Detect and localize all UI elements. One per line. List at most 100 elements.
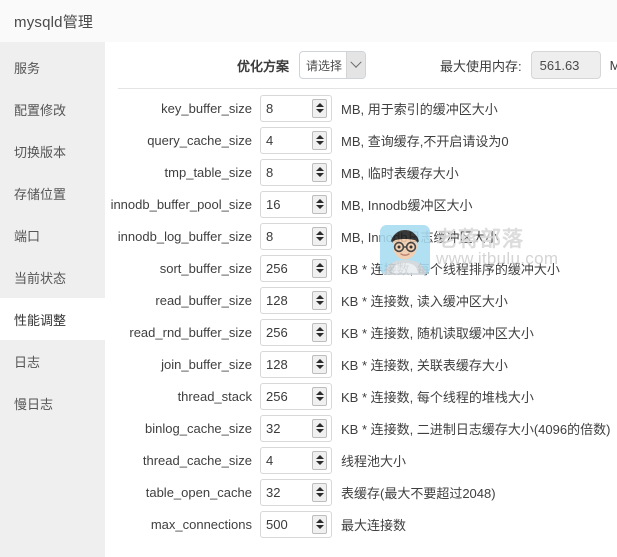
param-stepper-query_cache_size[interactable]: 4 [260, 126, 332, 154]
param-value-read_rnd_buffer_size: 256 [266, 324, 288, 340]
param-description-key_buffer_size: MB, 用于索引的缓冲区大小 [341, 101, 498, 117]
param-description-thread_stack: KB * 连接数, 每个线程的堆栈大小 [341, 389, 534, 405]
stepper-arrows-icon[interactable] [312, 322, 327, 342]
param-description-binlog_cache_size: KB * 连接数, 二进制日志缓存大小(4096的倍数) [341, 421, 611, 437]
param-stepper-thread_stack[interactable]: 256 [260, 382, 332, 410]
stepper-arrows-icon[interactable] [312, 354, 327, 374]
param-value-read_buffer_size: 128 [266, 292, 288, 308]
param-description-read_rnd_buffer_size: KB * 连接数, 随机读取缓冲区大小 [341, 325, 534, 341]
param-stepper-read_rnd_buffer_size[interactable]: 256 [260, 318, 332, 346]
optimization-toolbar: 优化方案 请选择 最大使用内存: 561.63 MB [105, 42, 617, 88]
param-description-read_buffer_size: KB * 连接数, 读入缓冲区大小 [341, 293, 508, 309]
sidebar-item-log[interactable]: 日志 [0, 340, 105, 382]
param-label-query_cache_size: query_cache_size [147, 132, 252, 148]
stepper-arrows-icon[interactable] [312, 130, 327, 150]
stepper-arrows-icon[interactable] [312, 418, 327, 438]
param-label-read_buffer_size: read_buffer_size [155, 292, 252, 308]
param-stepper-innodb_log_buffer_size[interactable]: 8 [260, 222, 332, 250]
param-label-innodb_log_buffer_size: innodb_log_buffer_size [117, 228, 252, 244]
param-row-tmp_table_size: tmp_table_size 8 MB, 临时表缓存大小 [105, 156, 617, 188]
param-label-join_buffer_size: join_buffer_size [161, 356, 252, 372]
param-label-tmp_table_size: tmp_table_size [164, 164, 252, 180]
max-memory-unit: MB [609, 57, 617, 73]
param-row-key_buffer_size: key_buffer_size 8 MB, 用于索引的缓冲区大小 [105, 92, 617, 124]
optimization-plan-select[interactable]: 请选择 [299, 51, 367, 79]
param-label-thread_cache_size: thread_cache_size [142, 452, 252, 468]
param-stepper-key_buffer_size[interactable]: 8 [260, 94, 332, 122]
param-stepper-table_open_cache[interactable]: 32 [260, 478, 332, 506]
param-label-binlog_cache_size: binlog_cache_size [145, 420, 252, 436]
stepper-arrows-icon[interactable] [312, 194, 327, 214]
param-value-innodb_log_buffer_size: 8 [266, 228, 274, 244]
sidebar-item-service[interactable]: 服务 [0, 46, 105, 88]
param-value-max_connections: 500 [266, 516, 288, 532]
param-description-tmp_table_size: MB, 临时表缓存大小 [341, 165, 459, 181]
param-stepper-binlog_cache_size[interactable]: 32 [260, 414, 332, 442]
param-row-sort_buffer_size: sort_buffer_size 256 KB * 连接数, 每个线程排序的缓冲大小 [105, 252, 617, 284]
param-stepper-tmp_table_size[interactable]: 8 [260, 158, 332, 186]
sidebar-item-label: 慢日志 [14, 396, 54, 412]
param-row-join_buffer_size: join_buffer_size 128 KB * 连接数, 关联表缓存大小 [105, 348, 617, 380]
param-value-thread_stack: 256 [266, 388, 288, 404]
max-memory-input[interactable]: 561.63 [530, 51, 601, 79]
optimization-plan-value: 请选择 [306, 58, 343, 73]
param-value-innodb_buffer_pool_size: 16 [266, 196, 281, 212]
sidebar-item-label: 配置修改 [14, 102, 67, 118]
stepper-arrows-icon[interactable] [312, 514, 327, 534]
param-value-query_cache_size: 4 [266, 132, 274, 148]
param-row-read_rnd_buffer_size: read_rnd_buffer_size 256 KB * 连接数, 随机读取缓冲区… [105, 316, 617, 348]
param-row-thread_cache_size: thread_cache_size 4 线程池大小 [105, 444, 617, 476]
stepper-arrows-icon[interactable] [312, 98, 327, 118]
param-description-sort_buffer_size: KB * 连接数, 每个线程排序的缓冲大小 [341, 261, 560, 277]
sidebar-item-performance-tuning[interactable]: 性能调整 [0, 298, 105, 340]
sidebar-item-switch-version[interactable]: 切换版本 [0, 130, 105, 172]
app-shell: 服务配置修改切换版本存储位置端口当前状态性能调整 日志慢日志 优化方案 请选择 最… [0, 42, 617, 557]
sidebar-item-storage-path[interactable]: 存储位置 [0, 172, 105, 214]
param-row-thread_stack: thread_stack 256 KB * 连接数, 每个线程的堆栈大小 [105, 380, 617, 412]
param-label-read_rnd_buffer_size: read_rnd_buffer_size [129, 324, 252, 340]
param-stepper-thread_cache_size[interactable]: 4 [260, 446, 332, 474]
param-stepper-sort_buffer_size[interactable]: 256 [260, 254, 332, 282]
param-description-innodb_buffer_pool_size: MB, Innodb缓冲区大小 [341, 197, 473, 213]
param-row-max_connections: max_connections 500 最大连接数 [105, 508, 617, 540]
sidebar-item-label: 服务 [14, 60, 41, 76]
param-value-sort_buffer_size: 256 [266, 260, 288, 276]
param-row-binlog_cache_size: binlog_cache_size 32 KB * 连接数, 二进制日志缓存大小(4… [105, 412, 617, 444]
param-label-innodb_buffer_pool_size: innodb_buffer_pool_size [110, 196, 252, 212]
max-memory-label: 最大使用内存: [440, 58, 522, 74]
param-value-binlog_cache_size: 32 [266, 420, 281, 436]
sidebar-item-slow-log[interactable]: 慢日志 [0, 382, 105, 424]
param-row-query_cache_size: query_cache_size 4 MB, 查询缓存,不开启请设为0 [105, 124, 617, 156]
param-stepper-join_buffer_size[interactable]: 128 [260, 350, 332, 378]
sidebar-item-port[interactable]: 端口 [0, 214, 105, 256]
parameter-list: key_buffer_size 8 MB, 用于索引的缓冲区大小 query_cach… [105, 89, 617, 540]
stepper-arrows-icon[interactable] [312, 226, 327, 246]
param-stepper-max_connections[interactable]: 500 [260, 510, 332, 538]
sidebar-item-label: 存储位置 [14, 186, 67, 202]
param-label-max_connections: max_connections [150, 516, 252, 532]
stepper-arrows-icon[interactable] [312, 482, 327, 502]
main-content: 优化方案 请选择 最大使用内存: 561.63 MB key_buffer_si… [105, 42, 617, 557]
param-description-max_connections: 最大连接数 [341, 517, 407, 533]
param-value-join_buffer_size: 128 [266, 356, 288, 372]
param-stepper-read_buffer_size[interactable]: 128 [260, 286, 332, 314]
param-label-thread_stack: thread_stack [177, 388, 252, 404]
stepper-arrows-icon[interactable] [312, 450, 327, 470]
param-description-thread_cache_size: 线程池大小 [341, 453, 407, 469]
sidebar-item-label: 当前状态 [14, 270, 67, 286]
stepper-arrows-icon[interactable] [312, 386, 327, 406]
sidebar-item-config-edit[interactable]: 配置修改 [0, 88, 105, 130]
param-row-innodb_log_buffer_size: innodb_log_buffer_size 8 MB, Innodb日志缓冲区大小 [105, 220, 617, 252]
param-label-key_buffer_size: key_buffer_size [161, 100, 252, 116]
stepper-arrows-icon[interactable] [312, 290, 327, 310]
sidebar-item-current-status[interactable]: 当前状态 [0, 256, 105, 298]
stepper-arrows-icon[interactable] [312, 162, 327, 182]
param-description-table_open_cache: 表缓存(最大不要超过2048) [341, 485, 496, 501]
param-row-innodb_buffer_pool_size: innodb_buffer_pool_size 16 MB, Innodb缓冲区大小 [105, 188, 617, 220]
chevron-down-icon [346, 52, 366, 78]
optimization-plan-label: 优化方案 [237, 58, 290, 74]
param-stepper-innodb_buffer_pool_size[interactable]: 16 [260, 190, 332, 218]
stepper-arrows-icon[interactable] [312, 258, 327, 278]
param-value-thread_cache_size: 4 [266, 452, 274, 468]
window-title: mysqld管理 [14, 13, 94, 31]
